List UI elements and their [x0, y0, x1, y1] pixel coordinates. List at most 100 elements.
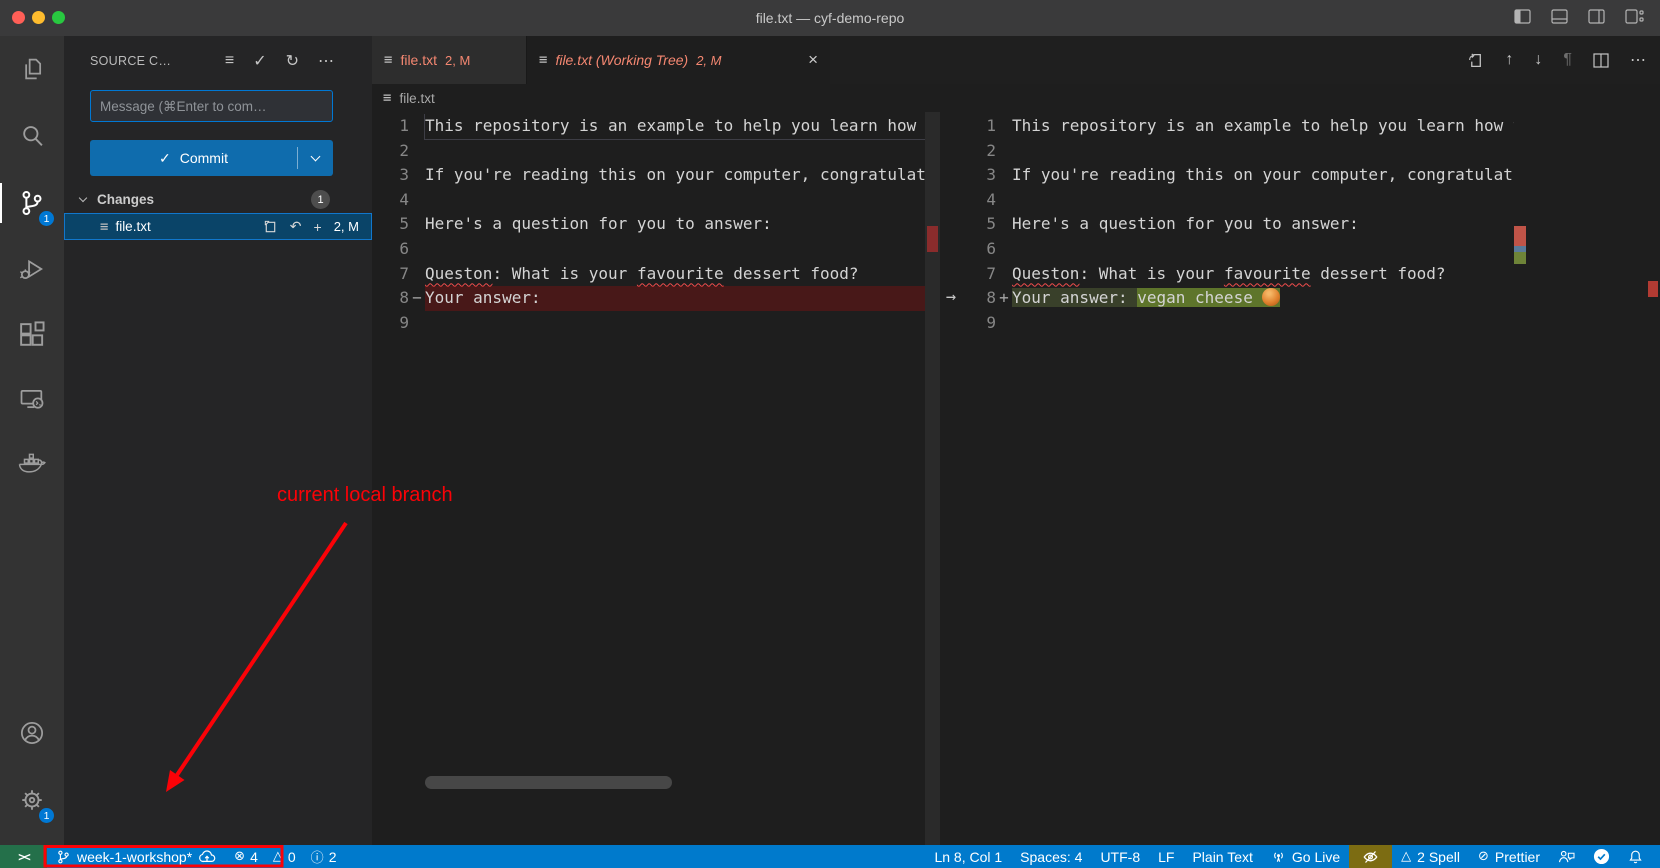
open-file-icon[interactable]: [263, 219, 278, 234]
tab-decoration: 2, M: [445, 53, 470, 68]
file-decoration: 2, M: [334, 219, 359, 234]
code-line: 7Queston: What is your favourite dessert…: [372, 262, 925, 287]
feedback-button[interactable]: [1549, 845, 1584, 868]
warning-icon: △: [273, 849, 283, 864]
sidebar-item-docker[interactable]: [0, 432, 64, 498]
sidebar-item-source-control[interactable]: 1: [0, 170, 64, 236]
diff-pane-modified[interactable]: 1This repository is an example to help y…: [962, 112, 1660, 845]
discard-changes-icon[interactable]: ↶: [290, 218, 302, 235]
customize-layout-icon[interactable]: [1625, 9, 1644, 24]
refresh-icon[interactable]: ↻: [286, 51, 299, 71]
sidebar-item-run-debug[interactable]: [0, 236, 64, 302]
warning-count: 0: [288, 849, 296, 865]
sidebar-item-settings[interactable]: 1: [0, 767, 64, 833]
file-icon: ≡: [539, 52, 547, 68]
tab-label: file.txt (Working Tree): [555, 52, 688, 68]
commit-dropdown-button[interactable]: [298, 140, 333, 176]
horizontal-scrollbar[interactable]: [425, 776, 672, 789]
cursor-position[interactable]: Ln 8, Col 1: [925, 845, 1011, 868]
sidebar-item-extensions[interactable]: [0, 302, 64, 368]
notifications-button[interactable]: [1619, 845, 1652, 868]
code-line-deleted: 8−Your answer:: [372, 286, 925, 311]
spell-checker-indicator[interactable]: △ 2 Spell: [1392, 845, 1469, 868]
line-number: 3: [372, 163, 409, 188]
close-window-button[interactable]: [12, 11, 25, 24]
line-number: 9: [962, 311, 996, 336]
docker-icon: [17, 450, 47, 480]
toggle-secondary-sidebar-icon[interactable]: [1588, 9, 1605, 24]
sidebar-item-accounts[interactable]: [0, 700, 64, 766]
commit-action-icon[interactable]: ✓: [253, 51, 266, 71]
status-bar: >< week-1-workshop* ⊗ 4 △ 0 ⓘ 2 Ln 8, Co…: [0, 845, 1660, 868]
line-number: 7: [372, 262, 409, 287]
branch-indicator[interactable]: week-1-workshop*: [47, 845, 225, 868]
bell-icon: [1628, 849, 1643, 865]
chevron-down-icon: [311, 151, 321, 161]
breadcrumb[interactable]: ≡ file.txt: [372, 84, 1660, 112]
stage-changes-icon[interactable]: +: [314, 219, 322, 235]
indentation-indicator[interactable]: Spaces: 4: [1011, 845, 1091, 868]
more-actions-icon[interactable]: ⋯: [318, 51, 334, 71]
encoding-indicator[interactable]: UTF-8: [1091, 845, 1149, 868]
minimize-window-button[interactable]: [32, 11, 45, 24]
close-icon[interactable]: ×: [808, 50, 818, 70]
file-icon: ≡: [100, 219, 108, 235]
sidebar-item-explorer[interactable]: [0, 36, 64, 102]
scrollbar-track[interactable]: [925, 112, 940, 845]
split-editor-icon[interactable]: [1593, 53, 1609, 68]
open-file-icon[interactable]: [1467, 52, 1484, 69]
prettier-indicator[interactable]: ⊘ Prettier: [1469, 845, 1549, 868]
line-number: 7: [962, 262, 996, 287]
editor-group: ≡ file.txt 2, M ≡ file.txt (Working Tree…: [372, 36, 1660, 845]
diff-overview-ruler[interactable]: [1512, 112, 1528, 845]
account-icon: [18, 719, 46, 747]
panel-title: SOURCE C…: [90, 54, 171, 68]
language-mode[interactable]: Plain Text: [1183, 845, 1261, 868]
sidebar-item-search[interactable]: [0, 103, 64, 169]
change-marker: [1648, 281, 1658, 297]
go-live-button[interactable]: Go Live: [1262, 845, 1349, 868]
tab-bar: ≡ file.txt 2, M ≡ file.txt (Working Tree…: [372, 36, 1660, 84]
sidebar-item-remote-explorer[interactable]: [0, 366, 64, 432]
file-name: file.txt: [115, 219, 150, 234]
tab-file-txt[interactable]: ≡ file.txt 2, M: [372, 36, 527, 84]
changes-section-header[interactable]: Changes 1: [64, 186, 372, 213]
toggle-sidebar-icon[interactable]: [1514, 9, 1531, 24]
line-number: 6: [372, 237, 409, 262]
commit-message-input[interactable]: [90, 90, 333, 122]
problems-indicator[interactable]: ⊗ 4 △ 0 ⓘ 2: [225, 845, 345, 868]
whitespace-toggle-icon[interactable]: ¶: [1563, 51, 1572, 69]
commit-button[interactable]: ✓ Commit: [90, 140, 333, 176]
run-debug-icon: [18, 255, 46, 283]
tab-file-txt-working-tree[interactable]: ≡ file.txt (Working Tree) 2, M ×: [527, 36, 830, 84]
added-marker: [1514, 252, 1526, 264]
more-actions-icon[interactable]: ⋯: [1630, 50, 1646, 70]
status-check-button[interactable]: [1584, 845, 1619, 868]
remote-indicator[interactable]: ><: [0, 845, 47, 868]
revert-change-arrow[interactable]: →: [940, 284, 962, 309]
line-number: 8: [372, 286, 409, 311]
code-line-added: 8+Your answer: vegan cheese 🥧: [962, 286, 1514, 311]
code-line: 1This repository is an example to help y…: [372, 114, 925, 139]
overview-ruler[interactable]: [1646, 112, 1660, 845]
changes-count-badge: 1: [311, 190, 330, 209]
code-line: 6: [962, 237, 1514, 262]
view-as-list-icon[interactable]: ≡: [225, 52, 234, 70]
line-number: 5: [962, 212, 996, 237]
code-line: 3If you're reading this on your computer…: [962, 163, 1514, 188]
code-line: 2: [372, 139, 925, 164]
diff-pane-original[interactable]: 1This repository is an example to help y…: [372, 112, 940, 845]
titlebar: file.txt — cyf-demo-repo: [0, 0, 1660, 36]
previous-change-icon[interactable]: ↑: [1505, 51, 1513, 69]
code-line: 3If you're reading this on your computer…: [372, 163, 925, 188]
eol-indicator[interactable]: LF: [1149, 845, 1183, 868]
check-circle-icon: [1593, 848, 1610, 865]
maximize-window-button[interactable]: [52, 11, 65, 24]
changed-file-row[interactable]: ≡ file.txt ↶ + 2, M: [64, 213, 372, 240]
highlight-toggle-button[interactable]: [1349, 845, 1392, 868]
settings-badge: 1: [38, 807, 55, 824]
line-number: 9: [372, 311, 409, 336]
broadcast-icon: [1271, 849, 1286, 864]
next-change-icon[interactable]: ↓: [1534, 51, 1542, 69]
toggle-panel-icon[interactable]: [1551, 9, 1568, 24]
